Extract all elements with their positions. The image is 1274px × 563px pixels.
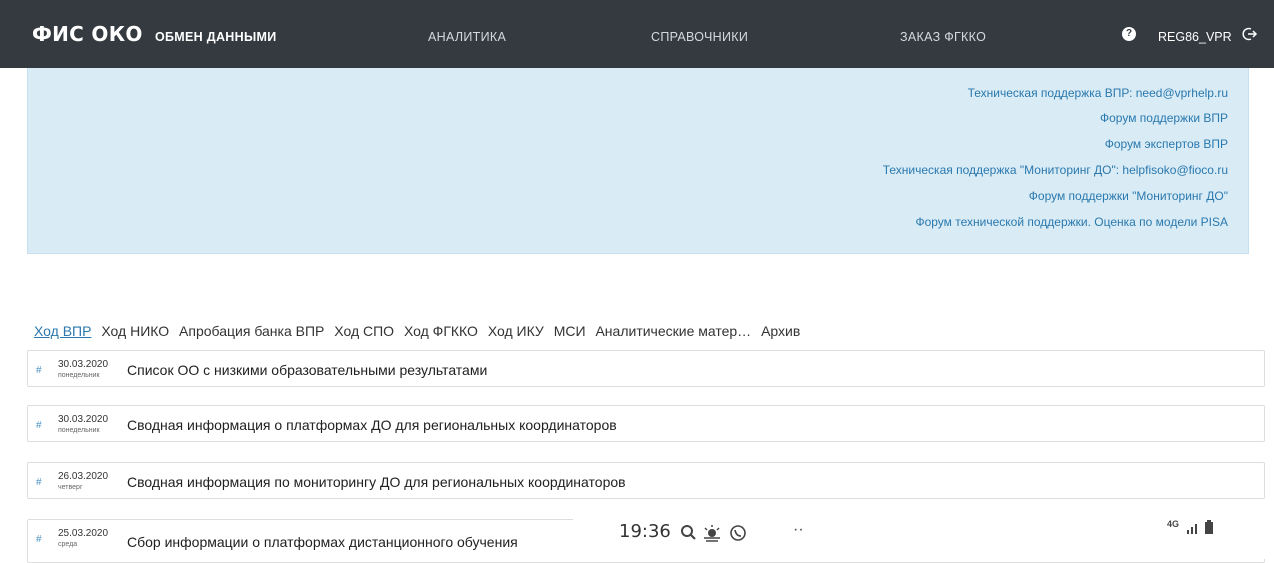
do-monitoring-forum-link[interactable]: Форум поддержки "Мониторинг ДО"	[1029, 189, 1228, 203]
signal-icon	[1187, 524, 1197, 534]
item-date: 25.03.2020	[58, 528, 109, 539]
list-item[interactable]: # 26.03.2020 четверг Сводная информация …	[27, 462, 1265, 499]
status-icons	[680, 523, 800, 548]
vpr-experts-forum-link[interactable]: Форум экспертов ВПР	[1105, 137, 1228, 151]
app-logo[interactable]: ФИС ОКО	[32, 22, 143, 46]
pisa-support-forum-link[interactable]: Форум технической поддержки. Оценка по м…	[915, 215, 1228, 229]
nav-item-data-exchange[interactable]: ОБМЕН ДАННЫМИ	[155, 30, 276, 44]
tab-fgkko-progress[interactable]: Ход ФГККО	[404, 323, 478, 339]
weather-icon	[704, 525, 720, 542]
tab-spo-progress[interactable]: Ход СПО	[334, 323, 394, 339]
list-item[interactable]: # 30.03.2020 понедельник Сводная информа…	[27, 405, 1265, 442]
viber-icon	[730, 525, 746, 541]
nav-item-references[interactable]: СПРАВОЧНИКИ	[651, 30, 748, 44]
help-icon[interactable]: ?	[1122, 27, 1136, 41]
user-name[interactable]: REG86_VPR	[1158, 30, 1232, 44]
item-title[interactable]: Список ОО с низкими образовательными рез…	[127, 362, 487, 378]
item-weekday: четверг	[58, 484, 83, 491]
item-title[interactable]: Сводная информация о платформах ДО для р…	[127, 417, 617, 433]
hash-icon[interactable]: #	[36, 477, 42, 488]
hash-icon[interactable]: #	[36, 420, 42, 431]
tab-vpr-bank-testing[interactable]: Апробация банка ВПР	[179, 323, 324, 339]
support-info-box: Техническая поддержка ВПР: need@vprhelp.…	[27, 68, 1249, 254]
top-navbar: ФИС ОКО ОБМЕН ДАННЫМИ АНАЛИТИКА СПРАВОЧН…	[0, 0, 1274, 68]
section-tabs: Ход ВПР Ход НИКО Апробация банка ВПР Ход…	[34, 323, 806, 339]
tab-iku-progress[interactable]: Ход ИКУ	[488, 323, 544, 339]
list-item[interactable]: # 30.03.2020 понедельник Список ОО с низ…	[27, 350, 1265, 387]
phone-status-bar: 19:36 ·· 4G	[573, 502, 1274, 559]
item-weekday: среда	[58, 541, 78, 548]
search-icon	[681, 525, 696, 540]
network-type: 4G	[1167, 519, 1180, 529]
logout-icon[interactable]	[1242, 26, 1258, 47]
status-dots: ··	[793, 521, 804, 538]
tab-niko-progress[interactable]: Ход НИКО	[101, 323, 169, 339]
do-monitoring-support-email-link[interactable]: Техническая поддержка "Мониторинг ДО": h…	[883, 163, 1228, 177]
tab-msi[interactable]: МСИ	[554, 323, 586, 339]
tab-analytics-materials[interactable]: Аналитические матер…	[595, 323, 751, 339]
item-title[interactable]: Сбор информации о платформах дистанционн…	[127, 534, 518, 550]
item-title[interactable]: Сводная информация по мониторингу ДО для…	[127, 474, 626, 490]
hash-icon[interactable]: #	[36, 365, 42, 376]
tab-archive[interactable]: Архив	[761, 323, 800, 339]
item-date: 30.03.2020	[58, 359, 109, 370]
vpr-support-forum-link[interactable]: Форум поддержки ВПР	[1100, 111, 1228, 125]
tab-vpr-progress[interactable]: Ход ВПР	[34, 323, 91, 339]
item-date: 30.03.2020	[58, 414, 109, 425]
battery-icon	[1205, 520, 1213, 534]
status-time: 19:36	[619, 521, 671, 542]
item-weekday: понедельник	[58, 372, 100, 379]
item-weekday: понедельник	[58, 427, 100, 434]
nav-item-analytics[interactable]: АНАЛИТИКА	[428, 30, 506, 44]
hash-icon[interactable]: #	[36, 534, 42, 545]
vpr-support-email-link[interactable]: Техническая поддержка ВПР: need@vprhelp.…	[968, 86, 1228, 100]
item-date: 26.03.2020	[58, 471, 109, 482]
nav-item-fgkko-order[interactable]: ЗАКАЗ ФГККО	[900, 30, 986, 44]
